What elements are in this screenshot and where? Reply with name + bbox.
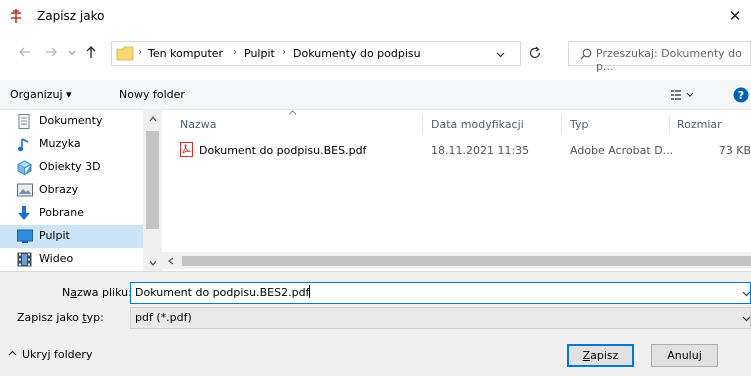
scrollbar-thumb[interactable] (146, 131, 159, 229)
column-header-size[interactable]: Rozmiar (677, 118, 722, 131)
scroll-up-chevron-icon[interactable] (149, 116, 157, 122)
hide-folders-button[interactable]: Ukryj foldery (22, 348, 92, 361)
save-button[interactable]: Zapisz (567, 344, 634, 367)
breadcrumb-separator-icon: › (138, 47, 142, 58)
filename-dropdown-chevron-icon[interactable] (742, 291, 751, 297)
cancel-button[interactable]: Anuluj (651, 344, 718, 367)
recent-locations-chevron-icon[interactable] (68, 50, 76, 56)
file-size-cell: 73 KB (718, 144, 751, 157)
file-type-select[interactable]: pdf (*.pdf) (130, 307, 751, 329)
sidebar-item-label: Obiekty 3D (39, 160, 101, 173)
file-name-cell: Dokument do podpisu.BES.pdf (199, 144, 367, 157)
back-arrow-icon[interactable] (18, 45, 34, 61)
search-placeholder: Przeszukaj: Dokumenty do p... (596, 47, 742, 73)
address-dropdown-chevron-icon[interactable] (496, 52, 505, 58)
filename-label: Nazwa pliku: (62, 286, 132, 299)
file-list: Nazwa Data modyfikacji Typ Rozmiar Dokum… (162, 110, 751, 271)
column-header-type[interactable]: Typ (570, 118, 589, 131)
sidebar-item-label: Wideo (39, 252, 74, 265)
sidebar-item-label: Obrazy (39, 183, 79, 196)
file-date-cell: 18.11.2021 11:35 (431, 144, 530, 157)
command-bar: Organizuj ▾ Nowy folder ? (0, 80, 751, 110)
pictures-icon (17, 183, 33, 197)
desktop-icon (17, 229, 33, 243)
navigation-pane-scrollbar[interactable] (143, 110, 162, 271)
window-title: Zapisz jako (37, 9, 105, 23)
column-header-date-modified[interactable]: Data modyfikacji (431, 118, 524, 131)
music-icon (17, 137, 31, 152)
column-divider[interactable] (422, 116, 423, 134)
sidebar-item-label: Pobrane (39, 206, 84, 219)
up-arrow-icon[interactable] (84, 45, 100, 61)
text-cursor (309, 285, 311, 298)
documents-icon (17, 114, 31, 129)
help-icon[interactable]: ? (733, 87, 749, 103)
new-folder-button[interactable]: Nowy folder (119, 88, 185, 101)
column-divider[interactable] (669, 116, 670, 134)
sidebar-item-documents[interactable]: Dokumenty (0, 110, 143, 133)
scrollbar-thumb[interactable] (182, 256, 751, 266)
refresh-icon[interactable] (528, 46, 542, 60)
column-header-name[interactable]: Nazwa (180, 118, 216, 131)
title-bar: Zapisz jako ✕ (0, 0, 751, 34)
breadcrumb-separator-icon: › (282, 47, 286, 58)
objects-3d-icon (17, 160, 32, 175)
sort-ascending-chevron-icon (288, 110, 297, 115)
sidebar-item-3d-objects[interactable]: Obiekty 3D (0, 156, 143, 179)
sidebar-item-label: Muzyka (39, 137, 81, 150)
search-icon (580, 48, 592, 60)
hide-folders-chevron-icon[interactable] (8, 350, 17, 356)
folder-icon (116, 46, 134, 61)
sidebar-item-video[interactable]: Wideo (0, 248, 143, 271)
sidebar-item-desktop[interactable]: Pulpit (0, 225, 143, 248)
scroll-down-chevron-icon[interactable] (149, 260, 157, 266)
close-icon[interactable]: ✕ (725, 6, 745, 26)
search-box[interactable]: Przeszukaj: Dokumenty do p... (568, 41, 751, 73)
forward-arrow-icon[interactable] (44, 45, 60, 61)
filename-input[interactable]: Dokument do podpisu.BES2.pdf (130, 282, 751, 304)
sidebar-item-label: Dokumenty (39, 114, 103, 127)
save-as-app-icon (10, 9, 22, 23)
sidebar-item-pictures[interactable]: Obrazy (0, 179, 143, 202)
navigation-pane: Dokumenty Muzyka Obiekty 3D Obrazy Pobra… (0, 110, 162, 271)
sidebar-item-downloads[interactable]: Pobrane (0, 202, 143, 225)
svg-text:?: ? (738, 89, 744, 102)
breadcrumb-current-folder[interactable]: Dokumenty do podpisu (293, 47, 421, 60)
file-type-cell: Adobe Acrobat D... (570, 144, 674, 157)
file-type-dropdown-chevron-icon[interactable] (742, 316, 751, 322)
file-type-label: Zapisz jako typ: (17, 311, 104, 324)
breadcrumb-separator-icon: › (233, 47, 237, 58)
breadcrumb-this-pc[interactable]: Ten komputer (148, 47, 223, 60)
table-row[interactable]: Dokument do podpisu.BES.pdf 18.11.2021 1… (162, 140, 751, 160)
video-icon (17, 252, 32, 267)
view-options-icon[interactable] (671, 89, 697, 101)
pdf-file-icon (180, 142, 193, 157)
scroll-left-chevron-icon[interactable] (168, 257, 174, 265)
address-bar[interactable]: › Ten komputer › Pulpit › Dokumenty do p… (111, 41, 521, 66)
organize-menu-button[interactable]: Organizuj ▾ (10, 88, 72, 101)
breadcrumb-desktop[interactable]: Pulpit (244, 47, 275, 60)
sidebar-item-music[interactable]: Muzyka (0, 133, 143, 156)
sidebar-item-label: Pulpit (39, 229, 70, 242)
downloads-icon (17, 206, 31, 221)
column-divider[interactable] (561, 116, 562, 134)
file-list-horizontal-scrollbar[interactable] (162, 252, 751, 269)
